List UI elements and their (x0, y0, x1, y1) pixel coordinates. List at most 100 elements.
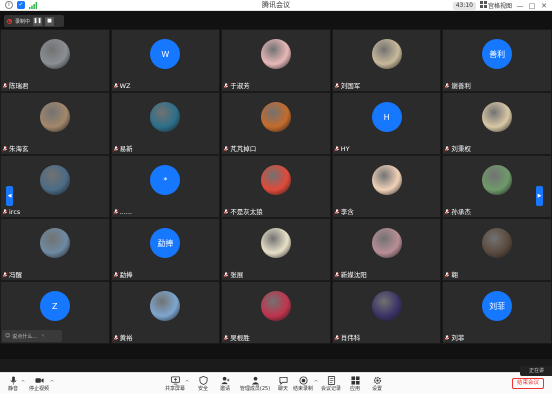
speaker-panel[interactable]: 正在讲 (520, 366, 552, 376)
participant-tile[interactable]: 刘菲 刘菲 (442, 281, 552, 344)
chat-button[interactable]: 聊天 (272, 376, 294, 393)
avatar (371, 228, 402, 258)
participant-name-label: 勐捧 (119, 271, 133, 279)
camera-icon (34, 376, 44, 385)
participant-tile[interactable]: 陈瑞君 (0, 29, 110, 92)
participant-tile[interactable]: 翱 (442, 218, 552, 281)
participant-tile[interactable]: 李含 (331, 155, 442, 218)
participant-name-label: 刘菲 (451, 334, 465, 342)
participant-tile[interactable]: 不是灰太狼 (221, 155, 331, 218)
view-switch-button[interactable]: 宫格视图 (479, 1, 512, 10)
participant-tile[interactable]: 黄裕 (110, 281, 221, 344)
participant-tile[interactable]: 刘秉权 (442, 92, 552, 155)
record-options-icon[interactable]: ^ (314, 380, 318, 386)
participant-name-label: 黄裕 (119, 334, 133, 342)
avatar (371, 39, 402, 69)
participant-tile[interactable]: 勐捧 勐捧 (110, 218, 221, 281)
participant-name-label: 于淑芳 (230, 82, 250, 90)
share-screen-label: 共享屏幕 (164, 386, 185, 392)
participant-name: ...... (112, 208, 132, 216)
avatar: 善利 (482, 39, 513, 69)
participant-name: 肖伟科 (334, 334, 361, 342)
pause-recording-button[interactable]: ❚❚ (33, 16, 43, 26)
participant-tile[interactable]: ircs (0, 155, 110, 218)
participant-name: WZ (112, 82, 130, 90)
mic-muted-icon (2, 209, 8, 215)
recording-label: 录制中 (15, 18, 31, 25)
chat-icon (278, 376, 288, 385)
participant-tile[interactable]: 芃芃掉口 (221, 92, 331, 155)
participant-tile[interactable]: 于淑芳 (221, 29, 331, 92)
avatar (260, 228, 291, 258)
avatar (482, 102, 513, 132)
mic-muted-icon (2, 272, 8, 278)
chat-quick-input[interactable]: ☺ 说点什么... ‹ (2, 330, 62, 342)
participant-name-label: 不是灰太狼 (230, 208, 263, 216)
participant-name: 谢善利 (444, 82, 471, 90)
avatar (482, 165, 513, 195)
end-meeting-button[interactable]: 结束会议 (511, 378, 544, 389)
end-recording-label: 结束录制 (292, 386, 313, 392)
apps-label: 应用 (349, 386, 360, 392)
participant-tile[interactable]: 朱海玄 (0, 92, 110, 155)
participant-tile[interactable]: *...... (110, 155, 221, 218)
participant-name: 冯醒 (2, 271, 22, 279)
mic-muted-icon (334, 272, 340, 278)
avatar: 刘菲 (482, 291, 513, 321)
share-options-icon[interactable]: ^ (185, 380, 189, 386)
participant-tile[interactable]: 肖伟科 (331, 281, 442, 344)
settings-button[interactable]: 设置 (366, 376, 388, 393)
avatar: * (150, 165, 181, 195)
participant-name-label: 孙承杰 (451, 208, 471, 216)
record-dot-icon (7, 18, 12, 24)
minimize-button[interactable]: — (516, 2, 524, 10)
participant-tile[interactable]: 新媒沈阳 (331, 218, 442, 281)
avatar (150, 102, 181, 132)
invite-button[interactable]: 邀请 (214, 376, 236, 393)
participant-tile[interactable]: 善利谢善利 (442, 29, 552, 92)
apps-button[interactable]: 应用 (344, 376, 366, 393)
shield-icon (198, 376, 208, 385)
chevron-right-icon: ▶ (537, 193, 542, 199)
participant-tile[interactable]: 刘国军 (331, 29, 442, 92)
mic-muted-icon (112, 272, 119, 278)
participant-name-label: 肖伟科 (340, 334, 361, 342)
mute-options-icon[interactable]: ^ (21, 380, 25, 386)
close-button[interactable]: ✕ (540, 2, 548, 10)
participant-name: 张展 (223, 271, 243, 279)
end-recording-button[interactable]: 结束录制 (292, 376, 314, 393)
notes-icon (327, 376, 336, 385)
members-icon (251, 376, 260, 385)
maximize-button[interactable]: □ (528, 2, 536, 10)
stop-recording-button[interactable]: ■ (45, 16, 55, 26)
participant-name: 翱 (444, 271, 458, 279)
manage-members-button[interactable]: 管理成员(25) (240, 376, 270, 393)
collapse-icon[interactable]: ‹ (42, 333, 44, 339)
participant-tile[interactable]: W WZ (110, 29, 221, 92)
video-button[interactable]: 停止视频 (28, 376, 50, 393)
share-screen-button[interactable]: 共享屏幕 (164, 376, 186, 393)
participant-tile[interactable]: 冯醒 (0, 218, 110, 281)
participant-name-label: 吴根胜 (230, 334, 250, 342)
avatar (482, 228, 513, 258)
security-button[interactable]: 安全 (192, 376, 214, 393)
participant-tile[interactable]: 易新 (110, 92, 221, 155)
previous-page-button[interactable]: ◀ (6, 186, 13, 206)
avatar (39, 228, 70, 258)
participant-name: 不是灰太狼 (223, 208, 263, 216)
participant-tile[interactable]: 张展 (221, 218, 331, 281)
mic-muted-icon (444, 146, 451, 152)
mic-muted-icon (444, 209, 451, 215)
microphone-icon (9, 376, 18, 385)
mic-muted-icon (444, 335, 451, 341)
next-page-button[interactable]: ▶ (536, 186, 543, 206)
video-options-icon[interactable]: ^ (50, 380, 54, 386)
participant-name-label: HY (340, 145, 350, 153)
participant-tile[interactable]: H HY (331, 92, 442, 155)
participant-name: HY (334, 145, 350, 153)
participant-name: 陈瑞君 (2, 82, 29, 90)
participant-tile[interactable]: 吴根胜 (221, 281, 331, 344)
meeting-notes-button[interactable]: 会议记录 (320, 376, 342, 393)
participant-name-label: 翱 (451, 271, 458, 279)
avatar: H (371, 102, 402, 132)
